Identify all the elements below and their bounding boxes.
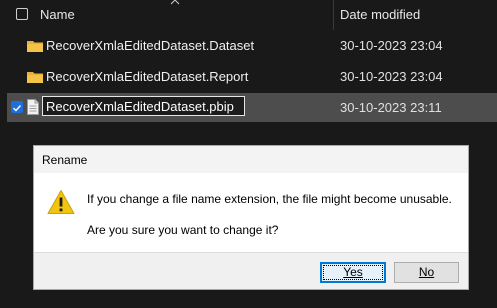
yes-button-label: Yes — [323, 265, 383, 280]
file-row[interactable]: RecoverXmlaEditedDataset.Report 30-10-20… — [7, 62, 497, 91]
column-header: Name Date modified — [0, 0, 497, 30]
no-button[interactable]: No — [394, 262, 459, 283]
row-checkbox[interactable] — [11, 101, 23, 113]
file-name: RecoverXmlaEditedDataset.Report — [46, 69, 249, 84]
folder-icon — [27, 41, 43, 52]
file-name: RecoverXmlaEditedDataset.Dataset — [46, 38, 255, 53]
yes-button[interactable]: Yes — [320, 262, 386, 283]
file-row[interactable]: RecoverXmlaEditedDataset.Dataset 30-10-2… — [7, 31, 497, 60]
checkmark-icon — [13, 105, 22, 112]
dialog-titlebar[interactable]: Rename — [34, 146, 468, 173]
column-divider[interactable] — [333, 0, 334, 30]
rename-input[interactable] — [42, 96, 245, 116]
sort-ascending-icon — [170, 0, 180, 5]
file-date-modified: 30-10-2023 23:04 — [340, 69, 443, 84]
folder-icon — [27, 72, 43, 83]
select-all-checkbox[interactable] — [16, 8, 28, 20]
dialog-title: Rename — [42, 153, 88, 167]
date-modified-column-header[interactable]: Date modified — [340, 7, 420, 22]
dialog-question: Are you sure you want to change it? — [87, 223, 279, 237]
warning-icon — [47, 190, 75, 214]
no-button-label: No — [418, 265, 435, 279]
file-date-modified: 30-10-2023 23:04 — [340, 38, 443, 53]
rename-dialog: Rename If you change a file name extensi… — [33, 145, 469, 290]
file-date-modified: 30-10-2023 23:11 — [340, 100, 442, 115]
dialog-button-bar: Yes No — [34, 252, 468, 289]
name-column-header[interactable]: Name — [40, 7, 75, 22]
dialog-message: If you change a file name extension, the… — [87, 192, 452, 206]
file-row-selected[interactable]: 30-10-2023 23:11 — [7, 93, 497, 122]
file-icon — [27, 99, 39, 115]
